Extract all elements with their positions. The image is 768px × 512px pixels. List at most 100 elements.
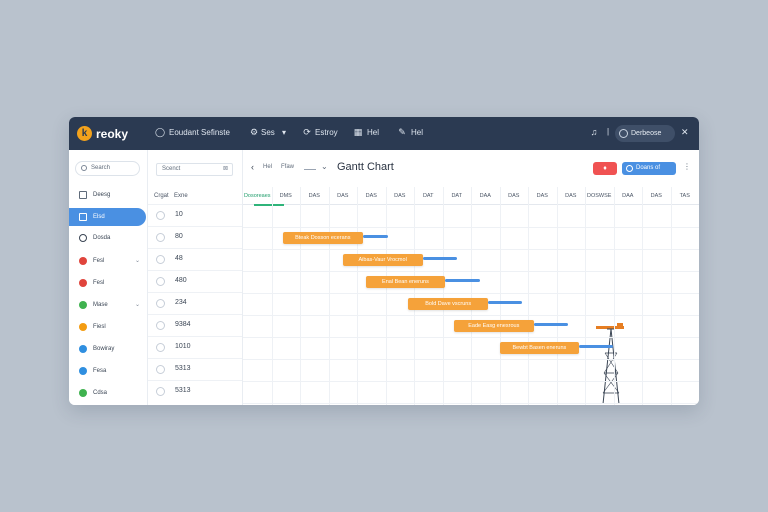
sidebar-item-5[interactable]: Mase ⌄	[69, 296, 148, 314]
column-header-1: Crgat	[154, 193, 169, 199]
close-icon[interactable]: ✕	[681, 127, 689, 138]
sidebar-item-0[interactable]: Deesg	[69, 186, 148, 204]
edit-icon[interactable]: ✎	[397, 127, 407, 137]
timeline-cell: DAT	[422, 193, 434, 199]
chevron-down-icon[interactable]: ⌄	[135, 296, 140, 314]
timeline-cell: DAS	[365, 193, 377, 199]
filter-input[interactable]: Scenct ⊠	[156, 163, 233, 176]
gantt-panel: ‹ Hel Ffaw ⌄ Gantt Chart ♦ Doans of ⋮ Do…	[243, 150, 699, 405]
row-value: 10	[175, 211, 183, 218]
chevron-down-icon[interactable]: ⌄	[321, 162, 328, 171]
dot-icon	[79, 323, 87, 331]
table-row[interactable]: 48	[148, 248, 242, 270]
grid-row-line	[243, 227, 699, 228]
table-row[interactable]: 5313	[148, 380, 242, 402]
gear-icon[interactable]: ⚙	[249, 127, 259, 137]
row-value: 5313	[175, 387, 191, 394]
timeline-cell: DAS	[394, 193, 406, 199]
table-row[interactable]: 480	[148, 270, 242, 292]
table-row[interactable]: 5313	[148, 358, 242, 380]
grid-column-line	[414, 187, 415, 405]
sidebar-search-placeholder: Search	[91, 165, 111, 171]
timeline-cell: DAS	[337, 193, 349, 199]
grid-column-line	[357, 187, 358, 405]
timeline-cell: TAS	[679, 193, 690, 199]
bell-icon[interactable]: ♫	[589, 127, 599, 137]
row-radio[interactable]	[156, 387, 165, 396]
row-value: 9384	[175, 321, 191, 328]
nav-item-2[interactable]: Estroy	[315, 128, 338, 137]
grid-column-line	[300, 187, 301, 405]
sidebar-item-7[interactable]: Bowiray	[69, 340, 148, 358]
gantt-task-bar[interactable]: Eade Easg enesrous	[453, 320, 534, 332]
grid-column-line	[442, 187, 444, 405]
primary-button[interactable]: Doans of	[622, 162, 676, 175]
gantt-task-bar[interactable]: Bewbt Basen eneruns	[499, 342, 580, 354]
crane-illustration	[596, 323, 624, 405]
chevron-down-icon[interactable]: ▾	[282, 128, 286, 137]
grid-column-line	[670, 187, 672, 405]
clear-icon[interactable]: ⊠	[223, 164, 228, 175]
sidebar-item-3[interactable]: Fesl ⌄	[69, 252, 148, 270]
circle-icon[interactable]: ◯	[155, 127, 165, 137]
sidebar-item-2[interactable]: Dosda	[69, 229, 148, 247]
user-avatar-icon	[619, 129, 628, 138]
sidebar-search-input[interactable]: Search	[75, 161, 140, 176]
gantt-task-bar[interactable]: Bold Dave vscruns	[408, 298, 489, 310]
refresh-icon[interactable]: ⟳	[302, 127, 312, 137]
row-radio[interactable]	[156, 255, 165, 264]
nav-item-0[interactable]: Eoudant Sefinste	[169, 128, 230, 137]
gantt-dependency-line	[579, 345, 614, 348]
timeline-cell: DAS	[536, 193, 548, 199]
nav-item-3[interactable]: Hel	[367, 128, 379, 137]
breadcrumb-2[interactable]: Ffaw	[281, 164, 294, 170]
primary-button-label: Doans of	[636, 165, 661, 171]
chevron-down-icon[interactable]: ⌄	[135, 252, 140, 270]
grid-column-line	[585, 187, 586, 405]
more-icon[interactable]: ⋮	[683, 162, 691, 171]
back-icon[interactable]: ‹	[251, 162, 254, 172]
row-value: 80	[175, 233, 183, 240]
gantt-task-bar[interactable]: Aibas-Vaur Vrocmol	[342, 254, 423, 266]
nav-item-4[interactable]: Hel	[411, 128, 423, 137]
row-radio[interactable]	[156, 299, 165, 308]
table-row[interactable]: 234	[148, 292, 242, 314]
nav-item-1[interactable]: Ses	[261, 128, 275, 137]
breadcrumb-1[interactable]: Hel	[263, 164, 272, 170]
grid-row-line	[243, 293, 699, 294]
search-icon	[79, 234, 87, 242]
alert-button[interactable]: ♦	[593, 162, 617, 175]
sidebar-item-9[interactable]: Cdsa	[69, 384, 148, 402]
dot-icon	[79, 301, 87, 309]
sidebar-item-label: Dosda	[93, 235, 111, 241]
filter-input-value: Scenct	[162, 166, 181, 172]
sidebar-item-1[interactable]: Elsd	[69, 208, 146, 226]
gantt-task-bar[interactable]: Bteak Dosson ecerans	[282, 232, 363, 244]
sidebar-item-6[interactable]: Fiesl	[69, 318, 148, 336]
grid-column-line	[528, 187, 529, 405]
grid-icon[interactable]: ▦	[353, 127, 363, 137]
user-menu[interactable]: Derbeose	[615, 125, 675, 142]
table-row[interactable]: 80	[148, 226, 242, 248]
table-row[interactable]: 10	[148, 204, 242, 226]
row-value: 48	[175, 255, 183, 262]
grid-column-line	[499, 187, 501, 405]
gantt-task-bar[interactable]: Enal Bean eneruns	[365, 276, 446, 288]
sidebar-item-4[interactable]: Fesl	[69, 274, 148, 292]
grid-row-line	[243, 337, 699, 338]
row-radio[interactable]	[156, 365, 165, 374]
table-row[interactable]: 9384	[148, 314, 242, 336]
divider-icon: |	[606, 127, 610, 136]
timeline-cell: DAA	[622, 193, 634, 199]
table-row[interactable]: 1010	[148, 336, 242, 358]
row-radio[interactable]	[156, 233, 165, 242]
row-radio[interactable]	[156, 211, 165, 220]
row-radio[interactable]	[156, 321, 165, 330]
row-radio[interactable]	[156, 343, 165, 352]
row-radio[interactable]	[156, 277, 165, 286]
sidebar-item-8[interactable]: Fesa	[69, 362, 148, 380]
grid-column-line	[328, 187, 330, 405]
grid-row-line	[243, 381, 699, 382]
row-value: 234	[175, 299, 187, 306]
timeline-cell: Dosoreaes	[243, 193, 271, 199]
